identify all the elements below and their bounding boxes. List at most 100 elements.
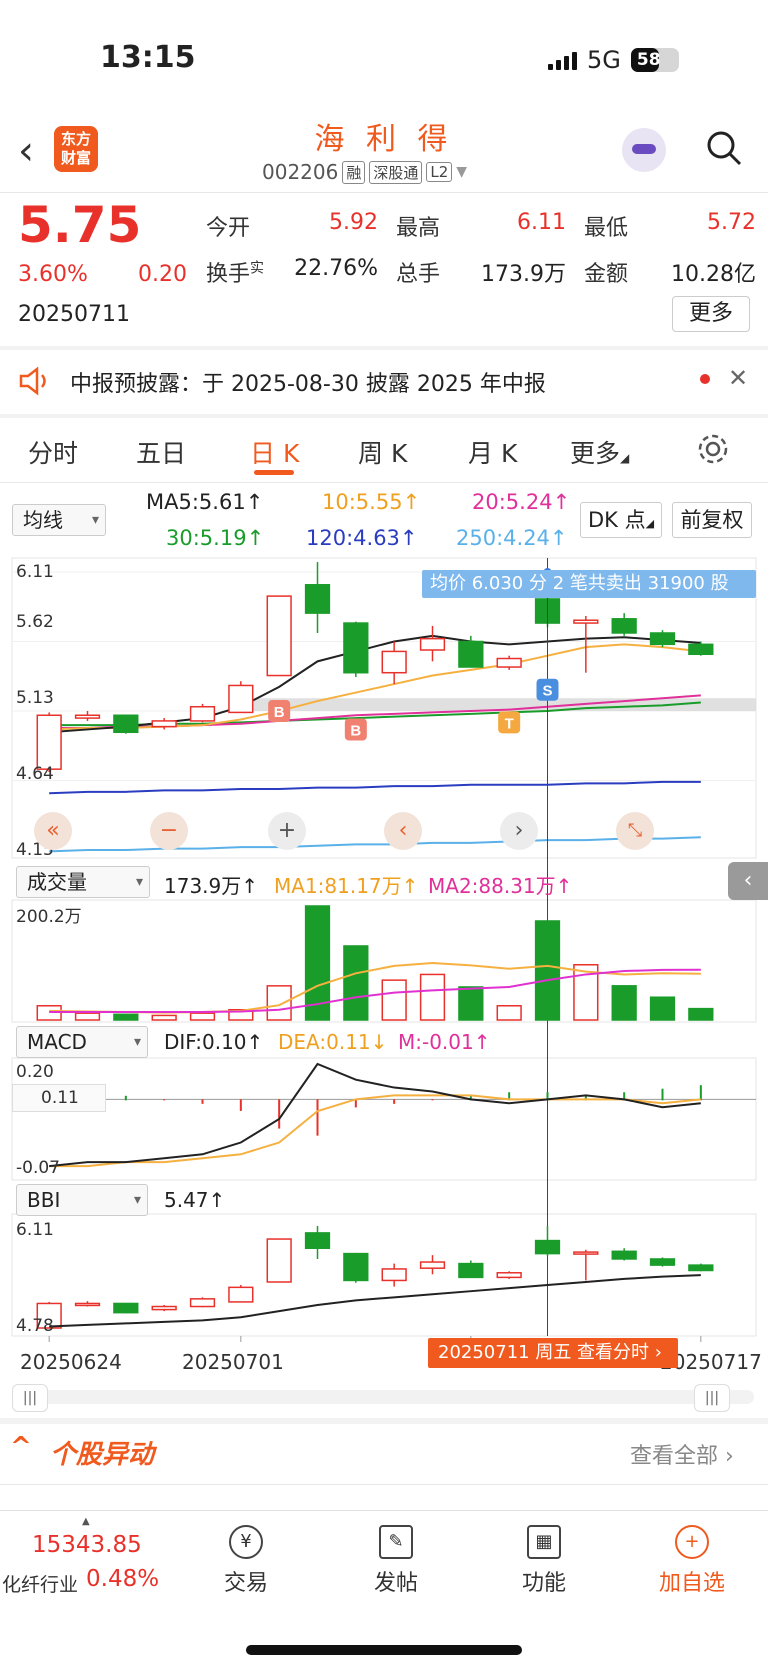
bbi-candle-body: [419, 1261, 446, 1269]
candle-body: [189, 705, 216, 722]
volume-bar: [113, 1013, 139, 1021]
candle-body: [74, 714, 101, 719]
price-axis-label: 5.62: [16, 612, 54, 632]
bbi-candle-body: [611, 1250, 637, 1260]
candle-body: [36, 714, 62, 770]
sector-index-value[interactable]: 15343.85: [32, 1532, 142, 1558]
triangle-up-icon: ▲: [82, 1516, 90, 1527]
candle-body: [266, 595, 292, 677]
x-axis-label: 20250701: [182, 1350, 284, 1374]
candle-body: [458, 640, 484, 668]
bbi-candle-body: [228, 1286, 254, 1303]
sector-index-change[interactable]: 0.48%: [86, 1566, 159, 1592]
candle-body: [419, 637, 446, 651]
expand-icon[interactable]: ⤡: [616, 812, 654, 850]
macd-dif: DIF:0.10↑: [164, 1030, 264, 1054]
volume-bar: [611, 985, 637, 1021]
nav-add-watchlist[interactable]: + 加自选: [652, 1525, 732, 1597]
candle-body: [113, 714, 139, 734]
macd-m: M:-0.01↑: [398, 1030, 491, 1054]
nav-functions[interactable]: ▦ 功能: [504, 1525, 584, 1597]
price-axis-label: 5.13: [16, 688, 54, 708]
bbi-axis-top: 6.11: [16, 1220, 54, 1240]
volume-ma1: MA1:81.17万↑: [274, 874, 419, 898]
home-indicator: [246, 1645, 522, 1655]
bbi-candle-body: [151, 1305, 177, 1311]
bbi-candle-body: [649, 1258, 676, 1266]
bbi-axis-bottom: 4.78: [16, 1316, 54, 1336]
volume-bar: [343, 945, 369, 1021]
volume-value: 173.9万↑: [164, 874, 259, 898]
candle-body: [649, 632, 676, 646]
bbi-candle-body: [381, 1268, 407, 1282]
zoom-in-icon[interactable]: +: [268, 812, 306, 850]
macd-dea: DEA:0.11↓: [278, 1030, 388, 1054]
indicator-select-macd[interactable]: MACD: [16, 1026, 148, 1058]
macd-axis-top: 0.20: [16, 1062, 54, 1082]
candle-body: [151, 720, 177, 728]
candle-body: [573, 619, 599, 624]
bbi-candle-body: [304, 1232, 331, 1249]
candle-body: [343, 622, 369, 674]
nav-post[interactable]: ✎ 发帖: [356, 1525, 436, 1597]
volume-bar: [381, 979, 407, 1021]
range-handle-left[interactable]: |||: [12, 1384, 48, 1412]
volume-bar: [151, 1014, 177, 1021]
macd-axis-current: 0.11: [12, 1084, 106, 1112]
indicator-select-bbi[interactable]: BBI: [16, 1184, 148, 1216]
volume-bar: [688, 1007, 714, 1021]
side-collapse-icon[interactable]: ‹: [728, 862, 768, 900]
trade-marker-label: S: [542, 683, 552, 700]
rewind-icon[interactable]: «: [34, 812, 72, 850]
range-handle-right[interactable]: |||: [694, 1384, 730, 1412]
indicator-select-volume[interactable]: 成交量: [16, 866, 150, 898]
candle-body: [688, 643, 714, 656]
zoom-out-icon[interactable]: −: [150, 812, 188, 850]
bbi-candle-body: [688, 1264, 714, 1272]
candle-body: [611, 618, 637, 634]
bbi-candle-body: [266, 1238, 292, 1283]
volume-bar: [189, 1012, 216, 1021]
grid-icon: ▦: [527, 1525, 561, 1559]
volume-bar: [649, 996, 676, 1021]
volume-bar: [266, 985, 292, 1021]
volume-ma1-line: [49, 962, 701, 1014]
bottom-nav-border: [0, 1510, 768, 1511]
chevron-up-icon[interactable]: ^: [10, 1432, 32, 1462]
bbi-candle-body: [74, 1302, 101, 1307]
prev-icon[interactable]: ‹: [384, 812, 422, 850]
volume-bar: [74, 1012, 101, 1021]
sector-index-name[interactable]: 化纤行业: [2, 1570, 78, 1597]
candle-body: [496, 657, 522, 668]
bbi-candle-body: [113, 1302, 139, 1314]
yen-icon: ¥: [229, 1525, 263, 1559]
view-all-link[interactable]: 查看全部 ›: [630, 1438, 734, 1470]
candle-body: [381, 650, 407, 674]
volume-bar: [419, 973, 446, 1021]
volume-ma2-line: [49, 968, 701, 1014]
candle-body: [304, 584, 331, 614]
bbi-value: 5.47↑: [164, 1188, 226, 1212]
volume-bar: [496, 1005, 522, 1021]
ma120-line: [49, 780, 701, 795]
candle-body: [228, 684, 254, 714]
bbi-candle-body: [343, 1252, 369, 1282]
movement-title: 个股异动: [50, 1440, 155, 1470]
nav-trade[interactable]: ¥ 交易: [206, 1525, 286, 1597]
volume-bar: [534, 920, 561, 1021]
macd-dea-line: [49, 1094, 701, 1168]
price-axis-label: 6.11: [16, 562, 54, 582]
volume-axis-max: 200.2万: [16, 907, 82, 927]
trade-marker-label: B: [274, 704, 285, 721]
range-scrollbar[interactable]: [14, 1390, 754, 1404]
next-icon[interactable]: ›: [500, 812, 538, 850]
crosshair-date-label[interactable]: 20250711 周五 查看分时 ›: [428, 1338, 678, 1368]
price-axis-label: 4.64: [16, 764, 54, 784]
trade-tooltip: 均价 6.030 分 2 笔共卖出 31900 股: [422, 570, 756, 598]
bbi-candle-body: [496, 1272, 522, 1279]
bbi-candle-body: [573, 1251, 599, 1255]
trade-marker-label: T: [505, 715, 514, 732]
divider: [0, 1418, 768, 1424]
bbi-candle-body: [189, 1298, 216, 1308]
volume-bar: [458, 986, 484, 1021]
